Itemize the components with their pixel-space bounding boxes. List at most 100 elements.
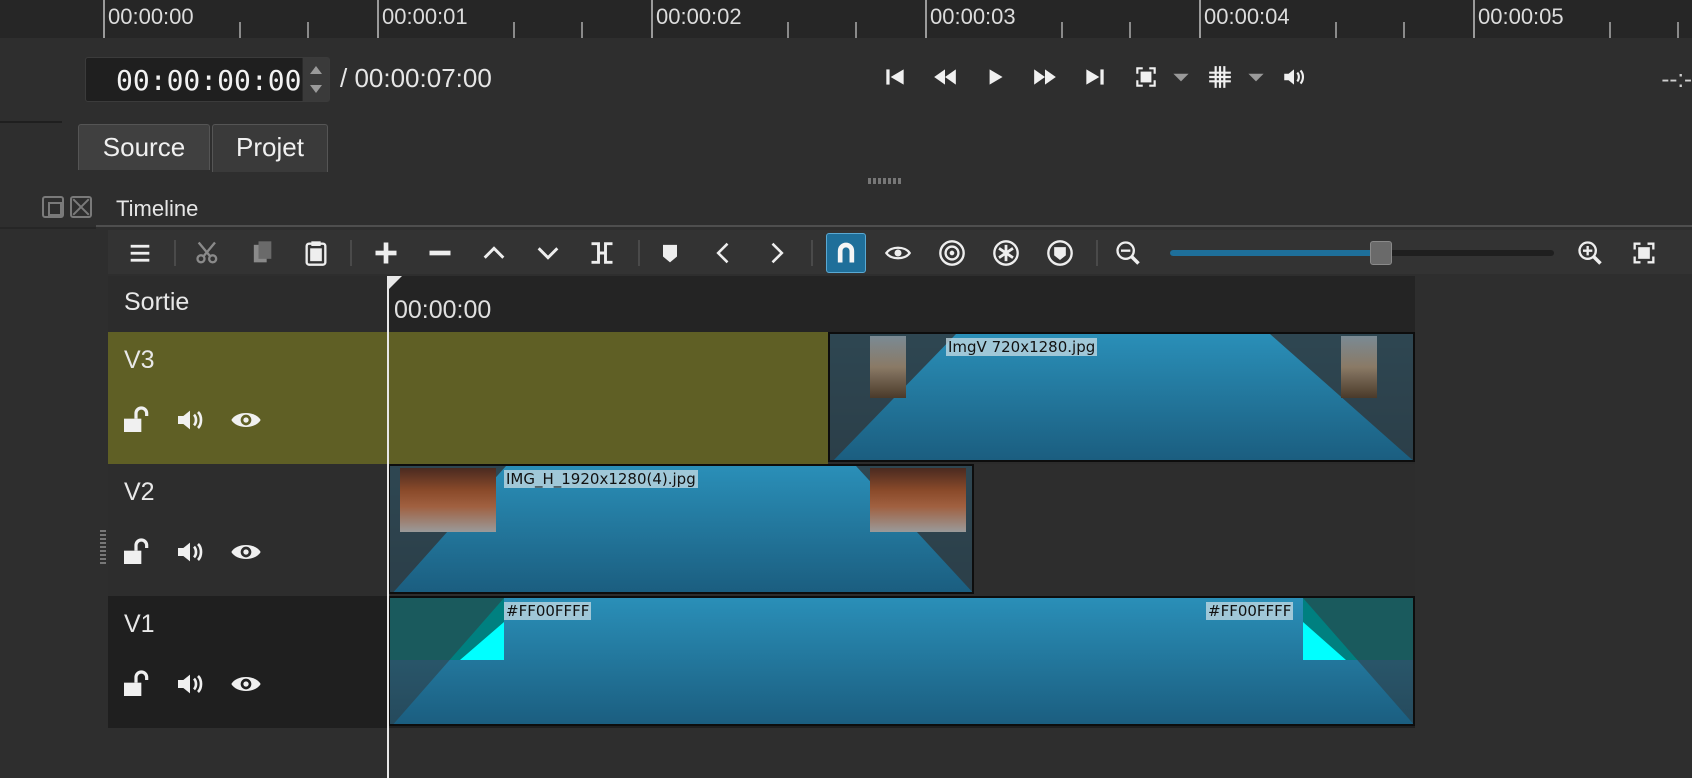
- paste-button[interactable]: [298, 235, 334, 271]
- ripple-toggle-button[interactable]: [934, 235, 970, 271]
- track-name[interactable]: V2: [124, 478, 155, 507]
- track-name[interactable]: V1: [124, 610, 155, 639]
- timeline-toolbar: [108, 230, 1692, 274]
- overwrite-button[interactable]: [530, 235, 566, 271]
- append-button[interactable]: [368, 235, 404, 271]
- ruler-tick: [1609, 22, 1611, 38]
- fast-forward-button[interactable]: [1030, 64, 1060, 92]
- ruler-tick: [1335, 22, 1337, 38]
- play-button[interactable]: [980, 64, 1010, 92]
- ripple-all-tracks-button[interactable]: [988, 235, 1024, 271]
- position-timecode-field[interactable]: 00:00:00:00: [85, 57, 330, 102]
- clip-v3-imgv[interactable]: ImgV 720x1280.jpg: [828, 332, 1415, 462]
- grid-button[interactable]: [1205, 64, 1235, 92]
- tab-project[interactable]: Projet: [212, 124, 328, 172]
- track-header-v3[interactable]: V3: [108, 332, 388, 464]
- ruler-tick: [1403, 22, 1405, 38]
- close-dock-icon[interactable]: [70, 196, 92, 218]
- top-ruler[interactable]: 00:00:00 00:00:01 00:00:02 00:00:03 00:0…: [0, 0, 1692, 38]
- remove-button[interactable]: [422, 235, 458, 271]
- clip-v2-img-h[interactable]: IMG_H_1920x1280(4).jpg: [388, 464, 974, 594]
- output-track-label: Sortie: [124, 288, 190, 316]
- ruler-tick: [103, 0, 105, 38]
- timeline-canvas[interactable]: 00:00:00 ImgV 720x1280.jpg IMG_H_1920x12…: [388, 276, 1415, 728]
- skip-start-button[interactable]: [880, 64, 910, 92]
- fit-view-button[interactable]: [1131, 64, 1161, 92]
- ruler-tick: [855, 22, 857, 38]
- spin-up-icon[interactable]: [310, 66, 322, 74]
- tab-source[interactable]: Source: [78, 124, 210, 170]
- ruler-tick: [239, 22, 241, 38]
- panel-splitter-handle[interactable]: [868, 178, 902, 184]
- marker-icon: [663, 244, 677, 263]
- visibility-eye-icon[interactable]: [230, 404, 262, 436]
- lift-icon: [483, 246, 505, 259]
- playhead[interactable]: [387, 276, 389, 778]
- mute-audio-icon[interactable]: [174, 404, 206, 436]
- zoom-slider-handle[interactable]: [1370, 241, 1393, 265]
- ruler-tick: [1677, 22, 1679, 38]
- copy-icon: [253, 241, 272, 263]
- lock-icon[interactable]: [120, 668, 152, 700]
- position-timecode-value[interactable]: 00:00:00:00: [116, 64, 301, 97]
- skip-end-button[interactable]: [1080, 64, 1110, 92]
- zoom-in-button[interactable]: [1572, 235, 1608, 271]
- ruler-label: 00:00:00: [108, 4, 194, 29]
- cut-button[interactable]: [190, 235, 226, 271]
- ruler-label: 00:00:05: [1478, 4, 1564, 29]
- menu-button[interactable]: [122, 235, 158, 271]
- grid-icon: [1209, 66, 1231, 88]
- zoom-slider-fill: [1170, 250, 1382, 256]
- visibility-eye-icon[interactable]: [230, 536, 262, 568]
- next-marker-button[interactable]: [758, 235, 794, 271]
- mute-audio-icon[interactable]: [174, 668, 206, 700]
- lift-button[interactable]: [476, 235, 512, 271]
- ripple-markers-button[interactable]: [1042, 235, 1078, 271]
- divider: [96, 225, 1692, 227]
- visibility-eye-icon[interactable]: [230, 668, 262, 700]
- zoom-out-button[interactable]: [1110, 235, 1146, 271]
- rewind-button[interactable]: [930, 64, 960, 92]
- divider: [0, 227, 96, 229]
- scrub-toggle-button[interactable]: [880, 235, 916, 271]
- volume-button[interactable]: [1279, 64, 1309, 92]
- ruler-tick: [651, 0, 653, 38]
- menu-icon: [130, 244, 150, 262]
- snap-toggle-button[interactable]: [826, 233, 866, 273]
- fit-view-icon: [1136, 67, 1156, 87]
- toolbar-separator: [638, 240, 640, 266]
- resize-handle[interactable]: [100, 530, 106, 564]
- timecode-spinner[interactable]: [302, 58, 329, 101]
- track-header-v2[interactable]: V2: [108, 464, 388, 596]
- playhead-handle[interactable]: [388, 276, 402, 290]
- zoom-fit-button[interactable]: [1626, 235, 1662, 271]
- track-header-v1[interactable]: V1: [108, 596, 388, 728]
- ruler-tick: [787, 22, 789, 38]
- rewind-icon: [934, 69, 956, 85]
- copy-button[interactable]: [244, 235, 280, 271]
- split-button[interactable]: [584, 235, 620, 271]
- split-icon: [591, 242, 613, 264]
- float-dock-icon[interactable]: [42, 196, 64, 218]
- lock-icon[interactable]: [120, 404, 152, 436]
- chevron-down-icon: [1173, 73, 1189, 82]
- next-marker-icon: [771, 242, 784, 264]
- timeline-ruler-label: 00:00:00: [394, 296, 492, 324]
- fit-view-dropdown[interactable]: [1168, 64, 1189, 92]
- zoom-slider[interactable]: [1170, 250, 1554, 256]
- mute-audio-icon[interactable]: [174, 536, 206, 568]
- add-marker-button[interactable]: [652, 235, 688, 271]
- clip-label: IMG_H_1920x1280(4).jpg: [504, 470, 698, 488]
- clip-thumbnail: [1341, 336, 1377, 398]
- clip-v1-color[interactable]: #FF00FFFF #FF00FFFF: [388, 596, 1415, 726]
- toolbar-separator: [811, 240, 813, 266]
- divider: [0, 121, 62, 123]
- lock-icon[interactable]: [120, 536, 152, 568]
- timeline-ruler[interactable]: 00:00:00: [388, 276, 1415, 332]
- previous-marker-button[interactable]: [706, 235, 742, 271]
- skip-end-icon: [1086, 69, 1104, 85]
- spin-down-icon[interactable]: [310, 85, 322, 93]
- track-name[interactable]: V3: [124, 346, 155, 375]
- grid-dropdown[interactable]: [1243, 64, 1264, 92]
- cut-icon: [196, 241, 218, 264]
